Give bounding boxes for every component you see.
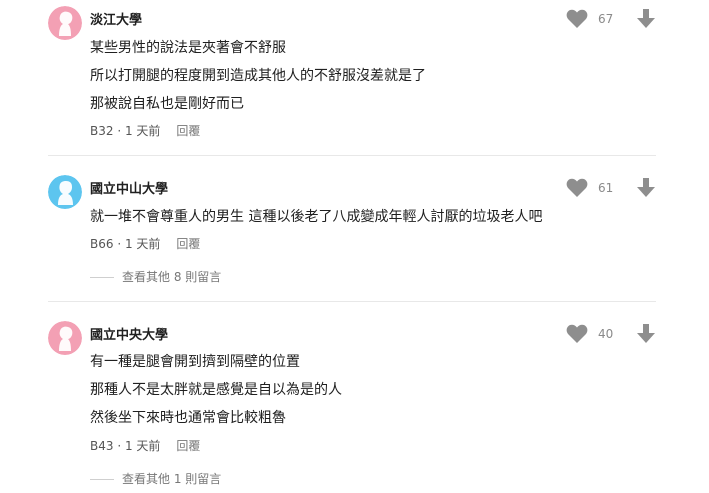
comment-meta: B32 · 1 天前 回覆 [90,124,201,138]
like-count: 67 [598,12,614,26]
downvote-arrow-icon[interactable] [636,178,656,198]
post-time: 1 天前 [124,237,161,251]
dash-divider [90,479,114,480]
comment-text-line: 就一堆不會尊重人的男生 這種以後老了八成變成年輕人討厭的垃圾老人吧 [90,209,543,225]
view-more-replies[interactable]: 查看其他 1 則留言 [90,470,221,487]
comment-text-line: 所以打開腿的程度開到造成其他人的不舒服沒差就是了 [90,68,426,84]
avatar-male[interactable] [48,175,82,209]
comment-meta: B66 · 1 天前 回覆 [90,237,201,251]
comment-text-line: 某些男性的說法是夾著會不舒服 [90,40,286,56]
downvote-arrow-icon[interactable] [636,9,656,29]
downvote-arrow-icon[interactable] [636,324,656,344]
comment-text-line: 然後坐下來時也通常會比較粗魯 [90,410,286,426]
floor-number: B43 [90,439,114,453]
like-count: 40 [598,327,614,341]
divider [48,155,656,156]
avatar-female[interactable] [48,321,82,355]
reply-button[interactable]: 回覆 [176,124,200,138]
heart-icon[interactable] [566,178,588,198]
dash-divider [90,277,114,278]
floor-number: B66 [90,237,114,251]
divider [48,301,656,302]
post-time: 1 天前 [124,439,161,453]
reply-button[interactable]: 回覆 [176,237,200,251]
comment-meta: B43 · 1 天前 回覆 [90,439,201,453]
view-more-label: 查看其他 8 則留言 [122,270,222,284]
comment-text-line: 那被說自私也是剛好而已 [90,96,244,112]
post-time: 1 天前 [124,124,161,138]
reply-button[interactable]: 回覆 [176,439,200,453]
school-name: 淡江大學 [90,13,143,28]
view-more-replies[interactable]: 查看其他 8 則留言 [90,268,221,285]
school-name: 國立中央大學 [90,328,169,343]
comment-text-line: 那種人不是太胖就是感覺是自以為是的人 [90,382,342,398]
school-name: 國立中山大學 [90,182,169,197]
view-more-label: 查看其他 1 則留言 [122,472,222,486]
comment-text-line: 有一種是腿會開到擠到隔壁的位置 [90,354,300,370]
like-count: 61 [598,181,614,195]
floor-number: B32 [90,124,114,138]
avatar-female[interactable] [48,6,82,40]
heart-icon[interactable] [566,9,588,29]
heart-icon[interactable] [566,324,588,344]
